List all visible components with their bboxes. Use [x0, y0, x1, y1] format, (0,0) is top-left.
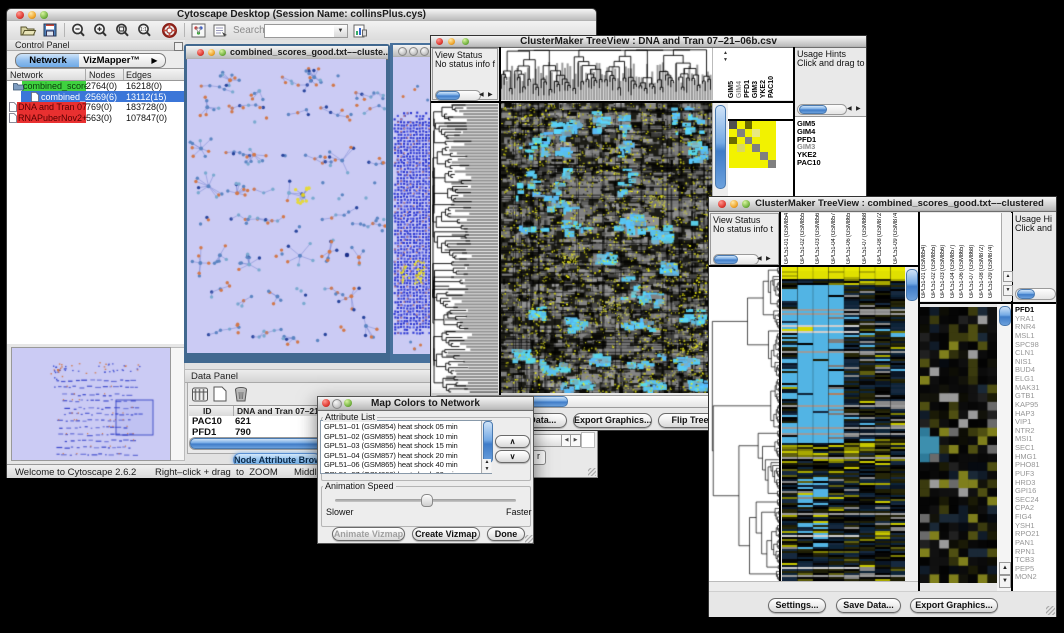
svg-text:1:1: 1:1: [140, 27, 147, 33]
